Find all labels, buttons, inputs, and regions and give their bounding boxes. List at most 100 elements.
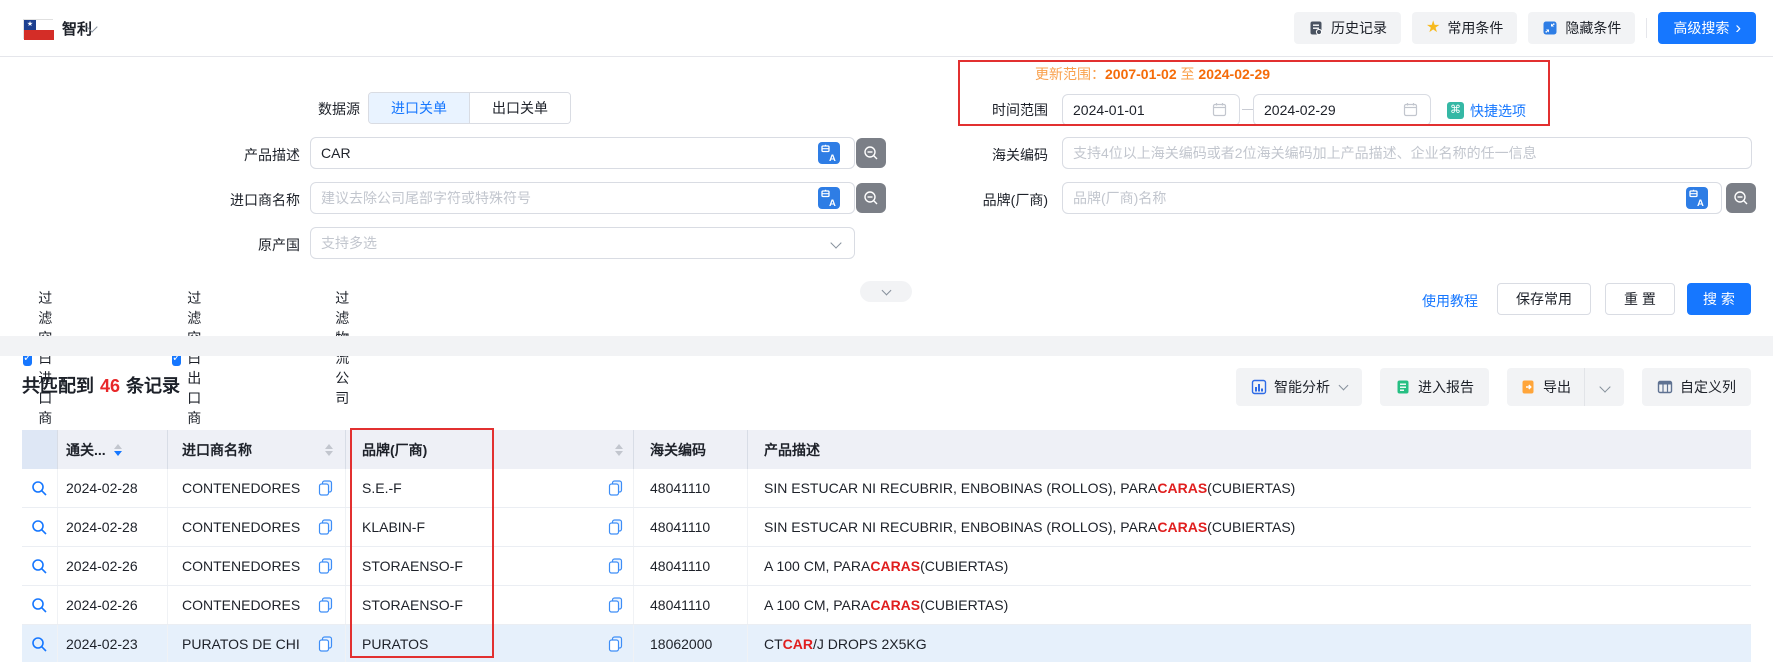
tutorial-link[interactable]: 使用教程	[1422, 291, 1478, 311]
copy-icon[interactable]	[608, 519, 623, 535]
exclude-search-icon	[862, 189, 880, 207]
product-desc-input[interactable]	[310, 137, 855, 169]
header-cell-hs-code: 海关编码	[634, 430, 748, 469]
desc-text: SIN ESTUCAR NI RECUBRIR, ENBOBINAS (ROLL…	[764, 480, 1157, 496]
time-range-label: 时间范围	[985, 100, 1048, 120]
flag-star-icon: ★	[24, 20, 36, 30]
sort-carets[interactable]	[615, 444, 623, 456]
columns-icon	[1657, 379, 1673, 395]
search-button[interactable]: 搜 索	[1687, 283, 1751, 315]
calendar-icon[interactable]	[1403, 102, 1418, 117]
importer-input[interactable]	[310, 182, 855, 214]
cell-importer-name: CONTENEDORES	[182, 558, 300, 574]
calendar-icon[interactable]	[1212, 102, 1227, 117]
copy-icon[interactable]	[608, 597, 623, 613]
quick-options-link[interactable]: 快捷选项	[1470, 101, 1526, 121]
save-conditions-button[interactable]: 保存常用	[1497, 283, 1591, 315]
export-label: 导出	[1543, 377, 1571, 397]
export-options-button[interactable]	[1584, 368, 1624, 406]
customize-columns-button[interactable]: 自定义列	[1642, 368, 1751, 406]
collapse-panel-button[interactable]	[860, 281, 912, 302]
row-detail-search-icon[interactable]	[31, 558, 48, 575]
table-row[interactable]: 2024-02-28 CONTENEDORES KLABIN-F 4804111	[22, 508, 1751, 547]
favorites-button[interactable]: ★ 常用条件	[1412, 12, 1517, 44]
copy-icon[interactable]	[608, 480, 623, 496]
divider	[1646, 18, 1647, 38]
cell-hs-code: 18062000	[634, 625, 748, 662]
filter-checkbox[interactable]: ✓ 过滤空白出口商	[172, 288, 208, 428]
header-cell-importer[interactable]: 进口商名称	[168, 430, 346, 469]
cell-product-desc: SIN ESTUCAR NI RECUBRIR, ENBOBINAS (ROLL…	[748, 469, 1751, 507]
enter-report-label: 进入报告	[1418, 377, 1474, 397]
export-button-group: 导出	[1507, 368, 1624, 406]
history-label: 历史记录	[1331, 18, 1387, 38]
translate-icon[interactable]: A	[818, 187, 840, 209]
header-desc-label: 产品描述	[764, 440, 820, 460]
copy-icon[interactable]	[318, 480, 333, 496]
translate-icon[interactable]: A	[1686, 187, 1708, 209]
cell-clearance-date: 2024-02-26	[58, 586, 168, 624]
table-row[interactable]: 2024-02-26 CONTENEDORES STORAENSO-F 4804	[22, 586, 1751, 625]
exclude-search-button[interactable]	[856, 183, 886, 213]
section-divider	[0, 336, 1773, 356]
copy-icon[interactable]	[318, 558, 333, 574]
chevron-down-icon	[881, 285, 891, 295]
desc-highlight: CAR	[783, 636, 813, 652]
table-row[interactable]: 2024-02-26 CONTENEDORES STORAENSO-F 4804	[22, 547, 1751, 586]
advanced-search-label: 高级搜索	[1673, 18, 1729, 38]
cell-brand: KLABIN-F	[362, 519, 425, 535]
row-detail-search-icon[interactable]	[31, 636, 48, 653]
cell-product-desc: SIN ESTUCAR NI RECUBRIR, ENBOBINAS (ROLL…	[748, 508, 1751, 546]
copy-icon[interactable]	[318, 519, 333, 535]
copy-icon[interactable]	[318, 636, 333, 652]
cell-product-desc: A 100 CM, PARA CARAS (CUBIERTAS)	[748, 547, 1751, 585]
topbar-actions: 历史记录 ★ 常用条件 隐藏条件 高级搜索 ›	[1294, 12, 1756, 44]
header-cell-date[interactable]: 通关...	[58, 430, 168, 469]
header-cell-brand[interactable]: 品牌(厂商)	[346, 430, 634, 469]
count-suffix: 条记录	[126, 376, 180, 396]
table-row[interactable]: 2024-02-23 PURATOS DE CHI PURATOS 180620	[22, 625, 1751, 662]
copy-icon[interactable]	[318, 597, 333, 613]
tab-export-declarations[interactable]: 出口关单	[469, 93, 570, 123]
update-range-text: 更新范围：2007-01-02 至 2024-02-29	[1035, 64, 1270, 84]
origin-select[interactable]	[310, 227, 855, 259]
desc-text: (CUBIERTAS)	[920, 558, 1008, 574]
brand-input[interactable]	[1062, 182, 1722, 214]
sort-carets[interactable]	[325, 444, 333, 456]
svg-text:A: A	[829, 153, 836, 164]
cell-clearance-date: 2024-02-23	[58, 625, 168, 662]
history-button[interactable]: 历史记录	[1294, 12, 1401, 44]
history-icon	[1308, 20, 1324, 36]
advanced-search-button[interactable]: 高级搜索 ›	[1658, 12, 1756, 44]
cell-brand: S.E.-F	[362, 480, 402, 496]
star-icon: ★	[1426, 20, 1440, 36]
exclude-search-button[interactable]	[1726, 183, 1756, 213]
hs-code-input[interactable]	[1062, 137, 1752, 169]
desc-text: A 100 CM, PARA	[764, 558, 870, 574]
exclude-search-button[interactable]	[856, 138, 886, 168]
filter-checkbox[interactable]: ✓ 过滤空白进口商	[23, 288, 59, 428]
row-detail-search-icon[interactable]	[31, 480, 48, 497]
sort-carets[interactable]	[114, 444, 122, 456]
copy-icon[interactable]	[608, 636, 623, 652]
tab-import-declarations[interactable]: 进口关单	[369, 93, 469, 123]
reset-button[interactable]: 重 置	[1605, 283, 1675, 315]
translate-icon[interactable]: A	[818, 142, 840, 164]
cell-product-desc: CT CAR/J DROPS 2X5KG	[748, 625, 1751, 662]
chevron-down-icon	[1339, 381, 1349, 391]
hide-conditions-button[interactable]: 隐藏条件	[1528, 12, 1635, 44]
ai-analysis-button[interactable]: 智能分析	[1236, 368, 1362, 406]
copy-icon[interactable]	[608, 558, 623, 574]
export-button[interactable]: 导出	[1507, 368, 1584, 406]
desc-text: SIN ESTUCAR NI RECUBRIR, ENBOBINAS (ROLL…	[764, 519, 1157, 535]
cell-importer-name: CONTENEDORES	[182, 597, 300, 613]
row-detail-search-icon[interactable]	[31, 597, 48, 614]
export-icon	[1520, 379, 1536, 395]
update-range-label: 更新范围：	[1035, 66, 1105, 82]
enter-report-button[interactable]: 进入报告	[1380, 368, 1489, 406]
table-row[interactable]: 2024-02-28 CONTENEDORES S.E.-F 48041110	[22, 469, 1751, 508]
desc-text: CT	[764, 636, 783, 652]
favorites-label: 常用条件	[1447, 18, 1503, 38]
row-detail-search-icon[interactable]	[31, 519, 48, 536]
origin-label: 原产国	[250, 235, 300, 255]
